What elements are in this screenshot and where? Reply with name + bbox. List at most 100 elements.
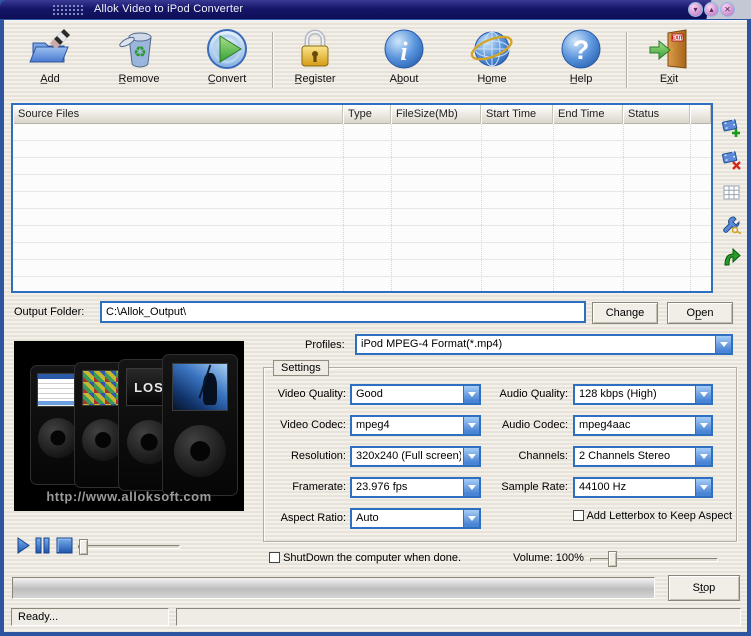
clear-list-button[interactable] (721, 182, 745, 206)
ipod-4-screen (172, 363, 228, 411)
add-file-button[interactable] (721, 118, 745, 142)
profiles-label: Profiles: (305, 339, 345, 351)
toolbar-register-button[interactable]: R̲egister (277, 26, 353, 92)
chevron-down-icon[interactable] (695, 479, 711, 496)
framerate-select[interactable]: 23.976 fps (350, 477, 481, 498)
convert-icon (189, 26, 265, 72)
channels-select[interactable]: 2 Channels Stereo (573, 446, 713, 467)
audio-quality-label: Audio Quality: (463, 384, 568, 405)
grid-line (391, 124, 392, 291)
open-button[interactable]: Op̲en (667, 302, 733, 324)
column-type[interactable]: Type (343, 105, 391, 124)
toolbar-home-label: Ho̲me (454, 73, 530, 85)
ipod-1-wheel (38, 418, 78, 458)
column-filesize[interactable]: FileSize(Mb) (391, 105, 481, 124)
close-button[interactable]: ✕ (720, 2, 735, 17)
grid-line (623, 124, 624, 291)
sample-rate-label: Sample Rate: (463, 477, 568, 498)
toolbar-separator (272, 32, 273, 88)
profiles-select[interactable]: iPod MPEG-4 Format(*.mp4) (355, 334, 733, 355)
titlebar-gripper (52, 4, 84, 15)
channels-label: Channels: (463, 446, 568, 467)
play-button[interactable] (16, 537, 31, 554)
settings-group-title: Settings (273, 360, 329, 376)
close-icon: ✕ (724, 5, 731, 14)
status-message: Ready... (11, 608, 169, 626)
toolbar-add-button[interactable]: A̲dd (12, 26, 88, 92)
svg-text:EXIT: EXIT (672, 36, 683, 42)
about-icon: i (366, 26, 442, 72)
shutdown-checkbox[interactable] (269, 552, 280, 563)
chevron-down-icon[interactable] (695, 417, 711, 434)
video-codec-value: mpeg4 (356, 418, 461, 433)
grid-line (481, 124, 482, 291)
sample-rate-select[interactable]: 44100 Hz (573, 477, 713, 498)
properties-button[interactable] (721, 214, 745, 238)
letterbox-checkbox[interactable] (573, 510, 584, 521)
chevron-down-icon[interactable] (715, 336, 731, 353)
toolbar-exit-button[interactable]: EXIT Ex̲it (631, 26, 707, 92)
seek-slider-track[interactable] (78, 545, 180, 549)
minimize-button[interactable]: ▾ (688, 2, 703, 17)
toolbar-convert-button[interactable]: C̲onvert (189, 26, 265, 92)
start-convert-icon (721, 259, 743, 271)
remove-file-button[interactable] (721, 150, 745, 174)
home-icon (454, 26, 530, 72)
toolbar-about-button[interactable]: i Ab̲out (366, 26, 442, 92)
properties-icon (721, 227, 743, 239)
toolbar-exit-label: Ex̲it (631, 73, 707, 85)
titlebar[interactable]: Allok Video to iPod Converter ▾ ▴ ✕ (0, 0, 751, 19)
chevron-down-icon[interactable] (695, 448, 711, 465)
aspect-ratio-select[interactable]: Auto (350, 508, 481, 529)
stop-icon (56, 545, 73, 557)
pause-icon (35, 545, 50, 557)
grid-line (690, 124, 691, 291)
column-end-time[interactable]: End Time (553, 105, 623, 124)
clear-list-icon (721, 195, 743, 207)
file-list-body[interactable] (13, 124, 711, 291)
app-window: Allok Video to iPod Converter ▾ ▴ ✕ A̲dd… (0, 0, 751, 636)
stop-button[interactable]: St̲op (668, 575, 740, 601)
file-list[interactable]: Source Files Type FileSize(Mb) Start Tim… (11, 103, 713, 293)
channels-value: 2 Channels Stereo (579, 449, 693, 464)
ipod-1-screen (37, 373, 78, 407)
audio-quality-select[interactable]: 128 kbps (High) (573, 384, 713, 405)
audio-codec-select[interactable]: mpeg4aac (573, 415, 713, 436)
toolbar-help-button[interactable]: ? H̲elp (543, 26, 619, 92)
toolbar-add-label: A̲dd (12, 73, 88, 85)
ipod-4 (162, 354, 238, 496)
seek-slider-thumb[interactable] (79, 539, 88, 555)
toolbar-convert-label: C̲onvert (189, 73, 265, 85)
toolbar-home-button[interactable]: Ho̲me (454, 26, 530, 92)
start-convert-button[interactable] (721, 246, 745, 270)
maximize-button[interactable]: ▴ (704, 2, 719, 17)
stop-playback-button[interactable] (56, 537, 71, 554)
framerate-label: Framerate: (258, 477, 346, 498)
volume-slider-thumb[interactable] (608, 551, 617, 567)
volume-label: Volume: 100% (513, 552, 584, 564)
minimize-icon: ▾ (693, 5, 697, 14)
toolbar-help-label: H̲elp (543, 73, 619, 85)
remove-icon: ♻ (101, 26, 177, 72)
video-quality-value: Good (356, 387, 461, 402)
video-quality-select[interactable]: Good (350, 384, 481, 405)
toolbar-remove-button[interactable]: ♻ R̲emove (101, 26, 177, 92)
video-codec-select[interactable]: mpeg4 (350, 415, 481, 436)
column-filler (690, 105, 711, 124)
resolution-label: Resolution: (258, 446, 346, 467)
column-status[interactable]: Status (623, 105, 690, 124)
resolution-select[interactable]: 320x240 (Full screen) (350, 446, 481, 467)
grid-line (553, 124, 554, 291)
column-start-time[interactable]: Start Time (481, 105, 553, 124)
chevron-down-icon[interactable] (695, 386, 711, 403)
framerate-value: 23.976 fps (356, 480, 461, 495)
toolbar-register-label: R̲egister (277, 73, 353, 85)
pause-button[interactable] (35, 537, 50, 554)
column-source-files[interactable]: Source Files (13, 105, 343, 124)
toolbar-about-label: Ab̲out (366, 73, 442, 85)
change-button[interactable]: Change (592, 302, 658, 324)
chevron-down-icon[interactable] (463, 510, 479, 527)
aspect-ratio-label: Aspect Ratio: (258, 508, 346, 529)
output-folder-input[interactable] (100, 301, 586, 323)
status-panel (176, 608, 741, 626)
